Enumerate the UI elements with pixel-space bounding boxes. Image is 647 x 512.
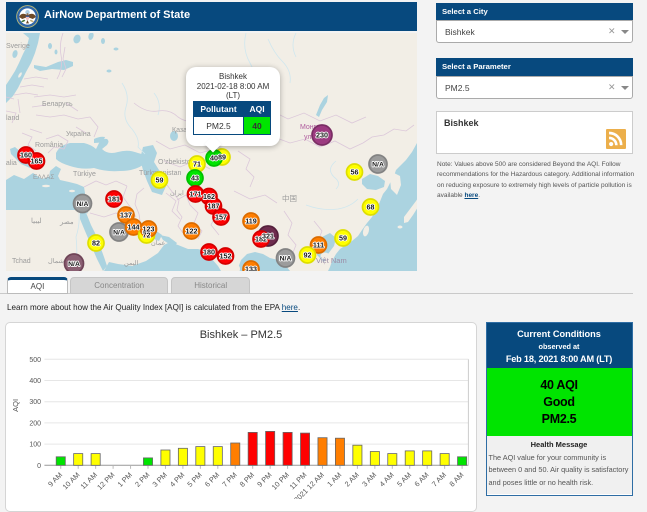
- svg-text:Italia: Italia: [6, 160, 17, 167]
- svg-text:200: 200: [29, 420, 41, 427]
- svg-text:123: 123: [143, 225, 155, 234]
- svg-text:land: land: [6, 115, 19, 122]
- svg-text:0: 0: [37, 463, 41, 470]
- svg-text:1 PM: 1 PM: [116, 470, 134, 488]
- svg-text:119: 119: [245, 217, 257, 226]
- svg-text:59: 59: [339, 234, 347, 243]
- svg-text:4 AM: 4 AM: [378, 470, 396, 488]
- svg-text:400: 400: [29, 378, 41, 385]
- svg-text:10 AM: 10 AM: [61, 470, 82, 491]
- svg-text:180: 180: [203, 248, 215, 257]
- svg-text:300: 300: [29, 399, 41, 406]
- svg-text:5 PM: 5 PM: [185, 470, 203, 488]
- svg-text:N/A: N/A: [372, 162, 384, 169]
- svg-text:N/A: N/A: [113, 230, 125, 237]
- svg-text:N/A: N/A: [77, 201, 89, 208]
- svg-text:中国: 中国: [282, 193, 297, 203]
- svg-text:68: 68: [367, 203, 375, 212]
- svg-text:8 AM: 8 AM: [447, 470, 465, 488]
- svg-text:43: 43: [191, 174, 199, 183]
- svg-text:8 PM: 8 PM: [238, 470, 256, 488]
- svg-text:181: 181: [108, 195, 120, 204]
- svg-text:144: 144: [128, 223, 140, 232]
- svg-text:N/A: N/A: [68, 261, 80, 268]
- svg-text:Беларусь: Беларусь: [42, 101, 73, 108]
- svg-text:10 PM: 10 PM: [270, 470, 291, 491]
- svg-text:4 PM: 4 PM: [168, 470, 186, 488]
- svg-text:2 AM: 2 AM: [343, 470, 361, 488]
- svg-text:71: 71: [193, 160, 201, 169]
- svg-text:România: România: [35, 142, 63, 149]
- svg-text:92: 92: [304, 251, 312, 260]
- svg-text:3 PM: 3 PM: [150, 470, 168, 488]
- svg-text:7 PM: 7 PM: [220, 470, 238, 488]
- svg-text:Tchad: Tchad: [12, 258, 31, 265]
- svg-text:187: 187: [208, 202, 220, 211]
- svg-text:شمال: شمال: [48, 257, 64, 265]
- svg-text:اليمن: اليمن: [124, 259, 139, 267]
- svg-text:230: 230: [316, 131, 328, 140]
- svg-text:89: 89: [218, 153, 226, 162]
- svg-text:59: 59: [156, 176, 164, 185]
- svg-text:111: 111: [313, 241, 324, 250]
- svg-text:مصر: مصر: [59, 219, 74, 226]
- svg-text:3 AM: 3 AM: [360, 470, 378, 488]
- svg-text:56: 56: [351, 168, 359, 177]
- svg-text:137: 137: [120, 211, 132, 220]
- svg-text:AQI: AQI: [11, 399, 20, 412]
- svg-text:165: 165: [31, 157, 43, 166]
- svg-text:321: 321: [262, 232, 274, 241]
- svg-text:5 AM: 5 AM: [395, 470, 413, 488]
- svg-text:Sverige: Sverige: [6, 43, 30, 50]
- svg-text:2 PM: 2 PM: [133, 470, 151, 488]
- svg-text:157: 157: [215, 213, 227, 222]
- svg-text:12 PM: 12 PM: [95, 470, 116, 491]
- svg-text:Україна: Україна: [66, 131, 91, 138]
- svg-text:500: 500: [29, 357, 41, 364]
- svg-text:Việt Nam: Việt Nam: [316, 256, 347, 265]
- svg-text:7 AM: 7 AM: [430, 470, 448, 488]
- svg-text:Türkiye: Türkiye: [73, 171, 96, 178]
- svg-text:6 PM: 6 PM: [203, 470, 221, 488]
- svg-text:ΕΛΛΑΣ: ΕΛΛΑΣ: [33, 174, 54, 181]
- svg-text:100: 100: [29, 442, 41, 449]
- svg-text:152: 152: [220, 252, 232, 261]
- svg-text:82: 82: [92, 239, 100, 248]
- svg-text:122: 122: [186, 227, 198, 236]
- svg-text:133: 133: [245, 265, 257, 271]
- svg-text:6 AM: 6 AM: [412, 470, 430, 488]
- svg-text:162: 162: [203, 192, 215, 201]
- svg-text:171: 171: [190, 190, 202, 199]
- svg-text:ليبيا: ليبيا: [31, 217, 42, 225]
- svg-text:1 AM: 1 AM: [325, 470, 343, 488]
- svg-text:ایران: ایران: [170, 189, 184, 197]
- svg-text:N/A: N/A: [280, 256, 292, 263]
- svg-text:40: 40: [210, 154, 218, 163]
- svg-text:11 AM: 11 AM: [78, 470, 99, 491]
